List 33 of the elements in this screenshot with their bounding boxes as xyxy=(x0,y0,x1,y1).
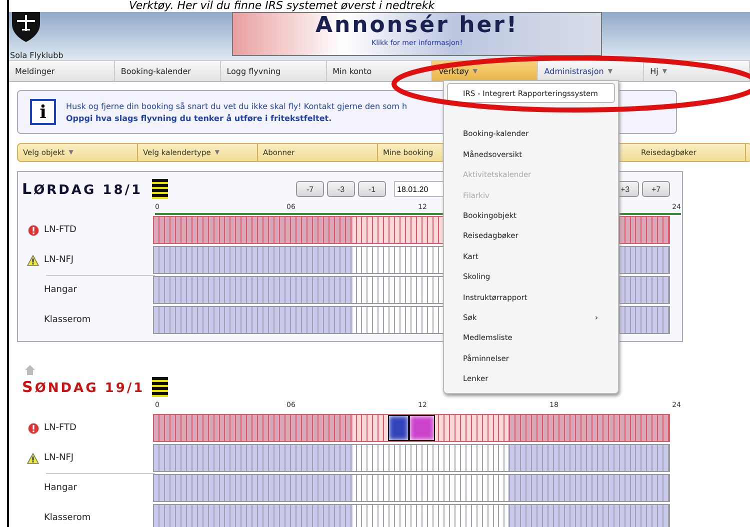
info-text: Husk og fjerne din booking så snart du vet du ikke skal fly! Kontakt gjerne den som h xyxy=(66,102,408,110)
striped-marker-icon xyxy=(152,179,168,199)
nav-tab[interactable]: Logg flyvning xyxy=(220,61,327,81)
club-name: Sola Flyklubb xyxy=(9,51,64,60)
resource-name: Klasserom xyxy=(44,513,91,523)
booking-timeline[interactable] xyxy=(152,504,670,527)
day-jump-button[interactable]: +7 xyxy=(642,181,670,197)
booking-timeline[interactable] xyxy=(152,474,670,502)
resource-name: LN-NFJ xyxy=(44,255,74,265)
day-jump-button[interactable]: -7 xyxy=(296,181,324,197)
home-icon[interactable] xyxy=(24,364,36,376)
info-text: Oppgi hva slags flyvning du tenker å utføre i fritekstfeltet. xyxy=(66,114,333,122)
info-icon: i xyxy=(30,99,56,125)
booking-block[interactable] xyxy=(388,415,410,441)
resource-name: LN-FTD xyxy=(44,423,76,433)
nav-tab[interactable]: Booking-kalender xyxy=(114,61,221,81)
day-title: LØRDAG 18/1 xyxy=(22,180,144,198)
resource-name: Klasserom xyxy=(44,315,91,325)
resource-name: Hangar xyxy=(44,483,77,493)
day-title: SØNDAG 19/1 xyxy=(22,378,146,396)
booking-block[interactable] xyxy=(409,415,435,441)
caption-text: Verktøy. Her vil du finne IRS systemet øverst i nedtrekk xyxy=(128,0,436,12)
booking-timeline[interactable] xyxy=(152,414,670,442)
day-jump-button[interactable]: -1 xyxy=(358,181,386,197)
striped-marker-icon xyxy=(152,377,168,397)
date-field[interactable]: 18.01.20 xyxy=(394,181,444,197)
nav-tab[interactable]: Meldinger xyxy=(9,61,115,81)
day-jump-button[interactable]: -3 xyxy=(327,181,355,197)
resource-name: LN-NFJ xyxy=(44,453,74,463)
club-logo-icon xyxy=(9,12,43,42)
ad-title: Annonsér her! xyxy=(315,13,519,39)
resource-name: LN-FTD xyxy=(44,225,76,235)
resource-name: Hangar xyxy=(44,285,77,295)
